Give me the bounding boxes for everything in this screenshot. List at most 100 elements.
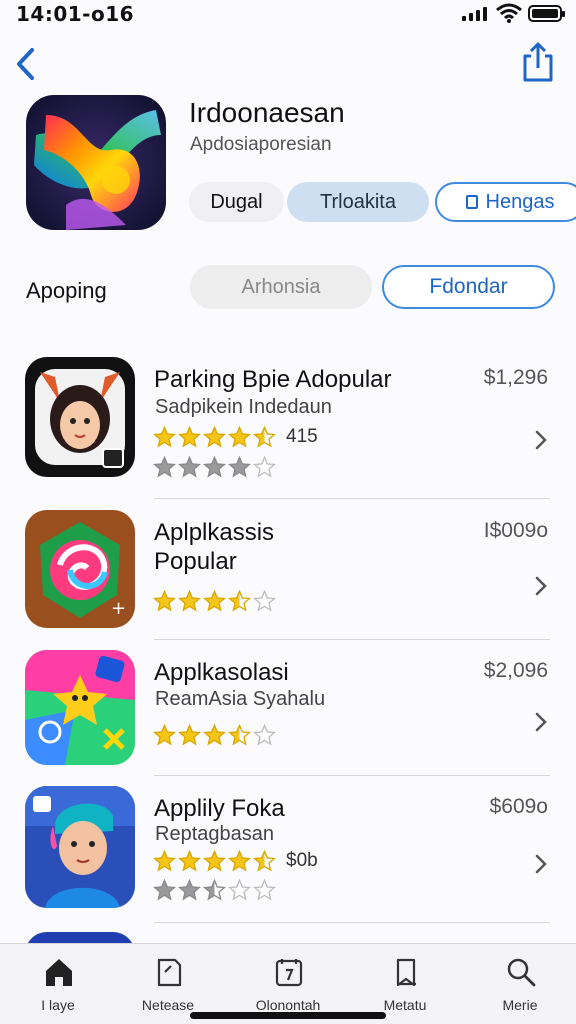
category-pill-3[interactable]: Hengas [435,182,576,222]
wifi-icon [496,3,522,23]
star-full-icon [203,850,226,872]
star-empty-icon [253,724,276,746]
tab-label: I laye [41,997,75,1013]
app-name: Applkasolasi [154,659,289,686]
app-price: $609o [489,795,548,818]
star-full-icon [178,426,201,448]
app-name: Applily Foka [154,795,285,822]
list-item[interactable]: + Aplplkassis Popular I$009o [0,508,576,640]
star-half-icon [203,879,226,901]
star-full-icon [228,850,251,872]
star-rating: $0b [153,850,318,872]
app-icon [25,786,135,908]
tab-home[interactable]: I laye [8,944,108,1024]
chevron-right-icon [535,854,547,874]
list-item[interactable]: Parking Bpie Adopular Sadpikein Indedaun… [0,355,576,500]
app-name: Aplplkassis Popular [154,519,275,575]
status-time: 14:01-o16 [16,2,135,26]
share-icon[interactable] [518,40,558,84]
star-rating [153,724,276,746]
tab-label: Metatu [383,997,427,1013]
app-subtitle: Sadpikein Indedaun [155,396,332,418]
app-name: Parking Bpie Adopular [154,366,392,393]
star-full-icon [203,456,226,478]
star-full-icon [228,456,251,478]
app-icon: + [25,510,135,628]
app-subtitle: Apdosiaporesian [190,134,332,155]
app-store-screen: 14:01-o16 Irdoonaesan Apdosiaporesian Du… [0,0,576,1024]
star-full-icon [178,724,201,746]
star-full-icon [153,426,176,448]
star-empty-icon [253,456,276,478]
star-full-icon [153,724,176,746]
filter-pill-left[interactable]: Arhonsia [190,265,372,309]
pill-label: Fdondar [429,275,508,298]
star-full-icon [153,456,176,478]
secondary-star-rating [153,456,276,478]
star-full-icon [153,850,176,872]
pill-label: Hengas [485,190,555,213]
chevron-right-icon [535,576,547,596]
document-icon [157,958,182,987]
pill-label: Dugal [210,190,263,213]
star-full-icon [178,879,201,901]
divider [154,639,550,640]
app-title: Irdoonaesan [189,97,345,128]
app-price: $1,296 [483,366,548,389]
list-item[interactable]: Applily Foka Reptagbasan $609o $0b [0,784,576,924]
star-rating [153,590,276,612]
star-half-icon [228,590,251,612]
battery-icon [528,5,565,22]
chevron-right-icon [535,430,547,450]
divider [154,498,550,499]
app-icon [25,357,135,477]
tab-label: Netease [141,997,195,1013]
svg-text:+: + [111,598,126,619]
star-full-icon [153,590,176,612]
star-full-icon [203,590,226,612]
app-subtitle: ReamAsia Syahalu [155,688,326,710]
list-item[interactable]: Applkasolasi ReamAsia Syahalu $2,096 [0,648,576,780]
list-item-partial[interactable] [0,930,576,962]
divider [154,922,550,923]
section-label: Apoping [26,278,107,303]
star-full-icon [153,879,176,901]
star-empty-icon [253,590,276,612]
star-half-icon [228,724,251,746]
search-icon [507,958,536,987]
star-rating: 415 [153,426,318,448]
secondary-star-rating [153,879,276,901]
pill-label: Trloakita [320,190,396,213]
featured-app-icon[interactable] [26,95,166,230]
star-full-icon [203,426,226,448]
filter-pill-right[interactable]: Fdondar [382,265,555,309]
category-pill-2[interactable]: Trloakita [287,182,429,222]
star-empty-icon [253,879,276,901]
rating-count: 415 [286,426,318,447]
star-empty-icon [228,879,251,901]
app-price: I$009o [483,519,548,542]
pill-label: Arhonsia [241,275,321,298]
home-indicator [190,1012,386,1019]
signal-icon [462,7,487,21]
back-chevron-icon[interactable] [12,44,40,84]
calendar-icon [275,959,303,987]
status-bar: 14:01-o16 [0,0,576,30]
app-price: $2,096 [483,659,548,682]
chevron-right-icon [535,712,547,732]
star-half-icon [253,850,276,872]
star-full-icon [178,850,201,872]
app-subtitle: Reptagbasan [155,823,274,845]
divider [154,775,550,776]
home-icon [46,959,72,986]
tab-search[interactable]: Merie [470,944,570,1024]
square-icon [465,195,478,209]
bookmark-icon [396,958,416,987]
star-full-icon [228,426,251,448]
star-full-icon [203,724,226,746]
category-pill-1[interactable]: Dugal [189,182,284,222]
star-full-icon [178,456,201,478]
tab-label: Olonontah [255,997,321,1013]
tab-label: Merie [502,997,538,1013]
rating-count: $0b [286,850,318,871]
